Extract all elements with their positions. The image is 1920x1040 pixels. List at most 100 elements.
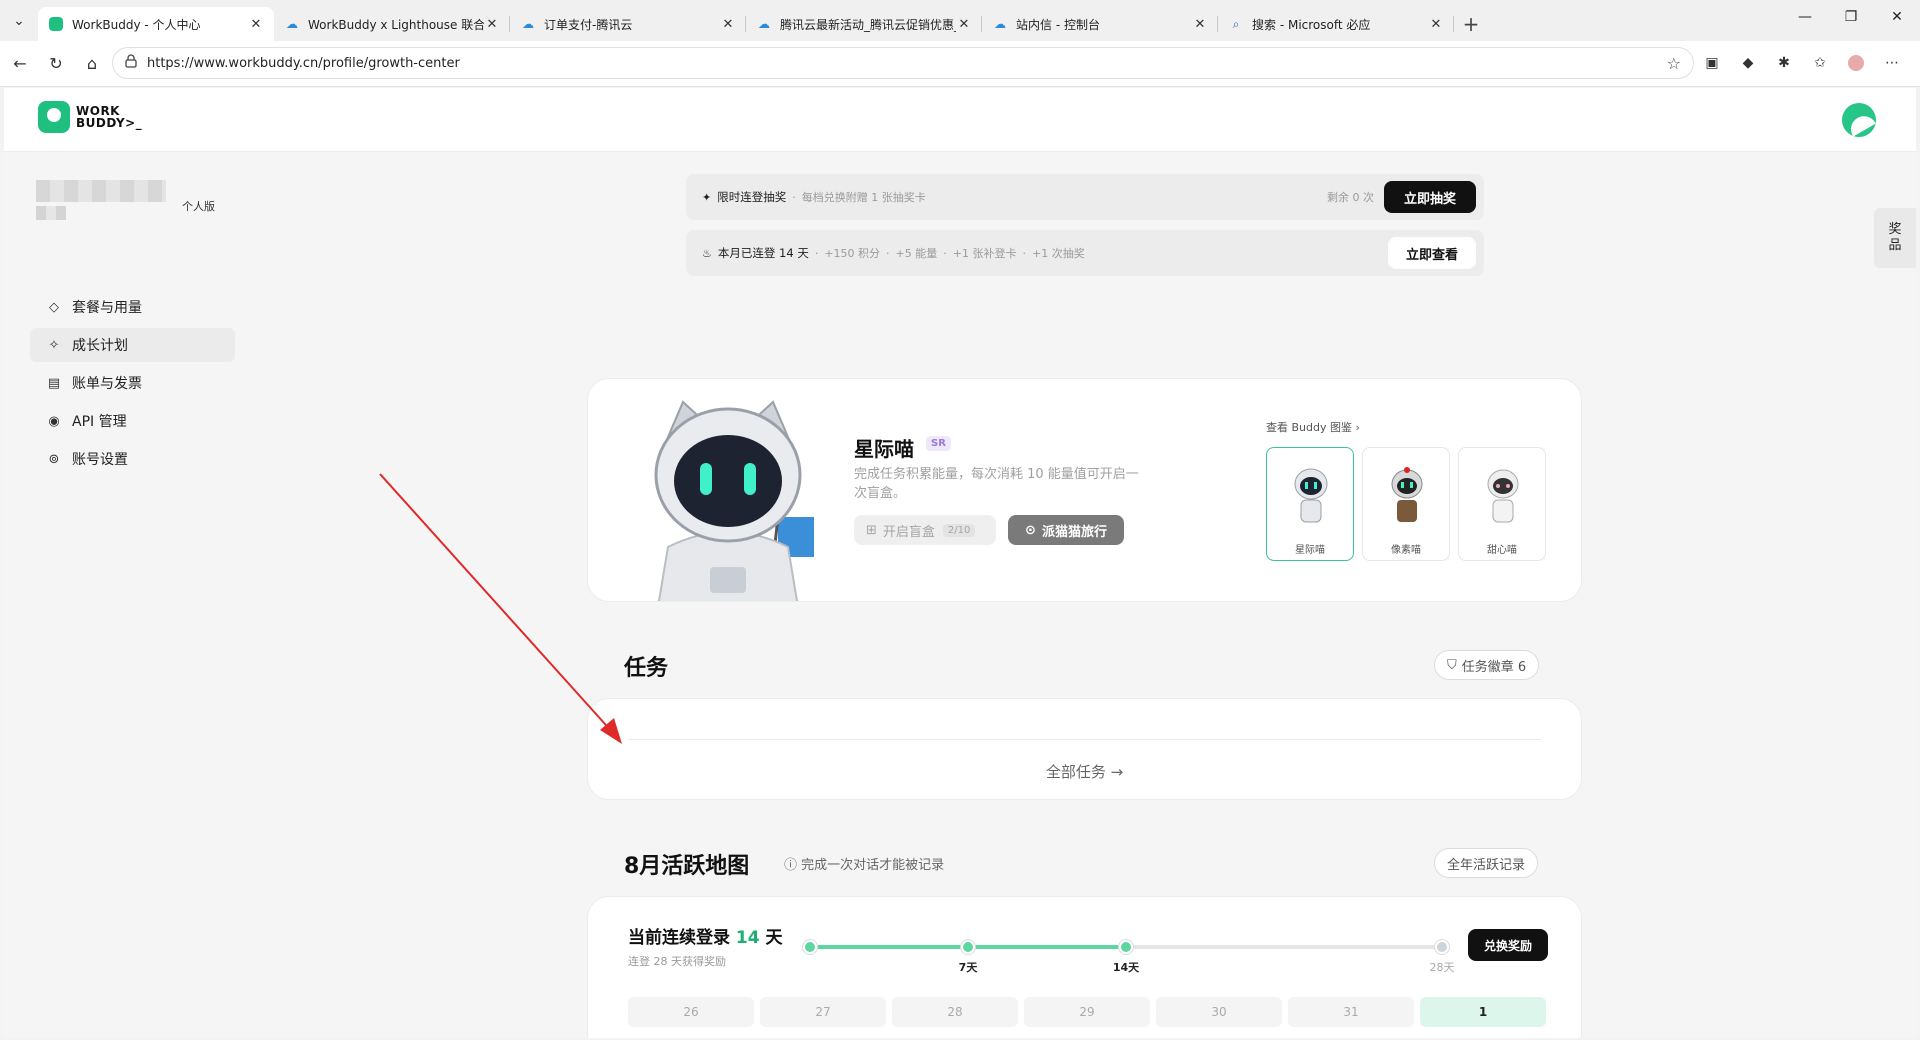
home-icon[interactable]: ⌂ bbox=[74, 46, 110, 82]
reload-icon[interactable]: ↻ bbox=[38, 46, 74, 82]
browser-tab-3[interactable]: ☁ 腾讯云最新活动_腾讯云促销优惠_ ✕ bbox=[746, 7, 982, 41]
sidebar-item-growth-plan[interactable]: ✧ 成长计划 bbox=[30, 328, 235, 362]
restore-button[interactable]: ❐ bbox=[1828, 0, 1874, 34]
close-window-button[interactable]: ✕ bbox=[1874, 0, 1920, 34]
lottery-banner: ✦ 限时连登抽奖 · 每档兑换附赠 1 张抽奖卡 剩余 0 次 立即抽奖 bbox=[686, 174, 1484, 220]
favorite-star-icon[interactable]: ☆ bbox=[1667, 54, 1681, 73]
gallery-item-star-cat[interactable]: 星际喵 bbox=[1266, 447, 1354, 561]
plan-tag: 个人版 bbox=[182, 200, 215, 213]
streak-subtitle: 连登 28 天获得奖励 bbox=[628, 955, 726, 968]
send-cat-travel-button[interactable]: ⊙ 派猫猫旅行 bbox=[1008, 515, 1124, 545]
search-icon: ⌕ bbox=[1232, 16, 1240, 31]
day-cell[interactable]: 30 bbox=[1156, 997, 1282, 1027]
user-avatar[interactable] bbox=[1842, 103, 1876, 137]
gift-icon: ⊞ bbox=[866, 522, 877, 538]
site-info-icon[interactable] bbox=[125, 54, 137, 72]
close-tab-icon[interactable]: ✕ bbox=[1192, 17, 1208, 32]
browser-tab-5[interactable]: ⌕ 搜索 - Microsoft 必应 ✕ bbox=[1218, 7, 1454, 41]
tab-actions-chevron-icon[interactable]: ⌄ bbox=[0, 0, 38, 41]
close-tab-icon[interactable]: ✕ bbox=[720, 17, 736, 32]
logo-mark-icon bbox=[38, 101, 70, 133]
sweet-cat-icon bbox=[1487, 469, 1519, 523]
badge-icon: ⛉ bbox=[1447, 657, 1457, 673]
cloud-icon: ☁ bbox=[522, 17, 534, 31]
sidebar-item-account-settings[interactable]: ⊚ 账号设置 bbox=[30, 442, 235, 476]
compass-icon: ⊙ bbox=[1025, 522, 1036, 538]
astronaut-cat-illustration bbox=[654, 400, 814, 601]
close-tab-icon[interactable]: ✕ bbox=[956, 17, 972, 32]
milestone-dot bbox=[961, 940, 975, 954]
logo-text: WORK BUDDY>_ bbox=[76, 104, 143, 130]
cloud-icon: ☁ bbox=[286, 17, 298, 31]
day-cell[interactable]: 26 bbox=[628, 997, 754, 1027]
browser-tab-2[interactable]: ☁ 订单支付-腾讯云 ✕ bbox=[510, 7, 746, 41]
close-tab-icon[interactable]: ✕ bbox=[484, 17, 500, 32]
browser-tab-1[interactable]: ☁WorkBuddy x Lighthouse 联合解决✕ bbox=[274, 7, 510, 41]
eye-icon: ◉ bbox=[48, 413, 60, 429]
blurred-user-id bbox=[36, 206, 66, 220]
info-icon: ⓘ bbox=[784, 858, 802, 873]
sidebar-item-api[interactable]: ◉ API 管理 bbox=[30, 404, 235, 438]
view-now-button[interactable]: 立即查看 bbox=[1387, 237, 1476, 269]
url-field-container: ☆ bbox=[112, 47, 1694, 79]
url-input[interactable] bbox=[147, 55, 1667, 71]
new-tab-button[interactable]: + bbox=[1454, 7, 1488, 41]
gallery-item-pixel-cat[interactable]: 像素喵 bbox=[1362, 447, 1450, 561]
rarity-badge: SR bbox=[926, 436, 951, 451]
day-cell[interactable]: 29 bbox=[1024, 997, 1150, 1027]
sidebar-item-billing[interactable]: ▤ 账单与发票 bbox=[30, 366, 235, 400]
buddy-gallery-link[interactable]: 查看 Buddy 图鉴 › bbox=[1266, 419, 1360, 435]
cloud-icon: ☁ bbox=[994, 17, 1006, 31]
workbuddy-favicon-icon bbox=[48, 16, 64, 32]
back-arrow-icon[interactable]: ← bbox=[2, 46, 38, 82]
open-blind-box-button[interactable]: ⊞ 开启盲盒 2/10 bbox=[854, 515, 996, 545]
milestone-dot bbox=[803, 940, 817, 954]
milestone-label: 7天 bbox=[958, 961, 978, 974]
extension-tab-icon[interactable]: ▣ bbox=[1694, 47, 1730, 79]
more-menu-icon[interactable]: ⋯ bbox=[1874, 47, 1910, 79]
browser-tab-4[interactable]: ☁ 站内信 - 控制台 ✕ bbox=[982, 7, 1218, 41]
day-cell[interactable]: 28 bbox=[892, 997, 1018, 1027]
prize-side-tab[interactable]: 奖品 bbox=[1874, 208, 1916, 268]
activity-hint: ⓘ 完成一次对话才能被记录 bbox=[784, 858, 945, 873]
browser-tab-0[interactable]: WorkBuddy - 个人中心 ✕ bbox=[38, 7, 274, 41]
profile-avatar-icon[interactable] bbox=[1838, 47, 1874, 79]
draw-now-button[interactable]: 立即抽奖 bbox=[1383, 181, 1476, 213]
gallery-item-sweet-cat[interactable]: 甜心喵 bbox=[1458, 447, 1546, 561]
extension-cat-icon[interactable]: ◆ bbox=[1730, 47, 1766, 79]
cloud-icon: ☁ bbox=[758, 17, 770, 31]
flame-icon: ♨ bbox=[702, 246, 712, 260]
activity-map-title: 8月活跃地图 bbox=[624, 854, 750, 879]
year-activity-button[interactable]: 全年活跃记录 bbox=[1434, 848, 1539, 878]
minimize-button[interactable]: — bbox=[1782, 0, 1828, 34]
workbuddy-logo[interactable]: WORK BUDDY>_ bbox=[38, 101, 142, 133]
sparkle-icon: ✦ bbox=[702, 190, 712, 204]
diamond-icon: ◇ bbox=[49, 299, 59, 315]
receipt-icon: ▤ bbox=[47, 375, 61, 391]
streak-progress-track: 7天 14天 28天 bbox=[803, 940, 1455, 974]
close-tab-icon[interactable]: ✕ bbox=[1428, 17, 1444, 32]
streak-title: 当前连续登录 14 天 bbox=[628, 928, 783, 948]
task-badge-button[interactable]: ⛉ 任务徽章 6 bbox=[1434, 650, 1540, 680]
address-bar: ← ↻ ⌂ ☆ ▣ ◆ ✱ ✩ ⋯ bbox=[0, 41, 1920, 87]
close-tab-icon[interactable]: ✕ bbox=[248, 17, 264, 32]
milestone-dot bbox=[1119, 940, 1133, 954]
sidebar-menu: ◇ 套餐与用量 ✧ 成长计划 ▤ 账单与发票 ◉ API 管理 ⊚ 账号设置 bbox=[30, 290, 235, 480]
chevron-right-icon: › bbox=[1355, 421, 1360, 434]
redeem-reward-button[interactable]: 兑换奖励 bbox=[1468, 929, 1549, 961]
favorites-icon[interactable]: ✩ bbox=[1802, 47, 1838, 79]
day-cell[interactable]: 31 bbox=[1288, 997, 1414, 1027]
activity-card: 当前连续登录 14 天 连登 28 天获得奖励 7天 14天 28天 兑换奖励 26… bbox=[587, 896, 1582, 1038]
tasks-title: 任务 bbox=[624, 656, 669, 681]
sidebar-item-plan-usage[interactable]: ◇ 套餐与用量 bbox=[30, 290, 235, 324]
buddy-description: 完成任务积累能量，每次消耗 10 能量值可开启一次盲盒。 bbox=[854, 467, 1139, 501]
settings-icon: ⊚ bbox=[48, 451, 60, 467]
milestone-label: 14天 bbox=[1112, 961, 1140, 974]
day-strip: 26 27 28 29 30 31 1 bbox=[628, 997, 1552, 1027]
extensions-puzzle-icon[interactable]: ✱ bbox=[1766, 47, 1802, 79]
site-header: WORK BUDDY>_ bbox=[4, 88, 1916, 152]
day-cell[interactable]: 27 bbox=[760, 997, 886, 1027]
day-cell[interactable]: 1 bbox=[1420, 997, 1546, 1027]
all-tasks-link[interactable]: 全部任务 → bbox=[588, 761, 1581, 782]
tasks-card: 全部任务 → bbox=[587, 698, 1582, 800]
